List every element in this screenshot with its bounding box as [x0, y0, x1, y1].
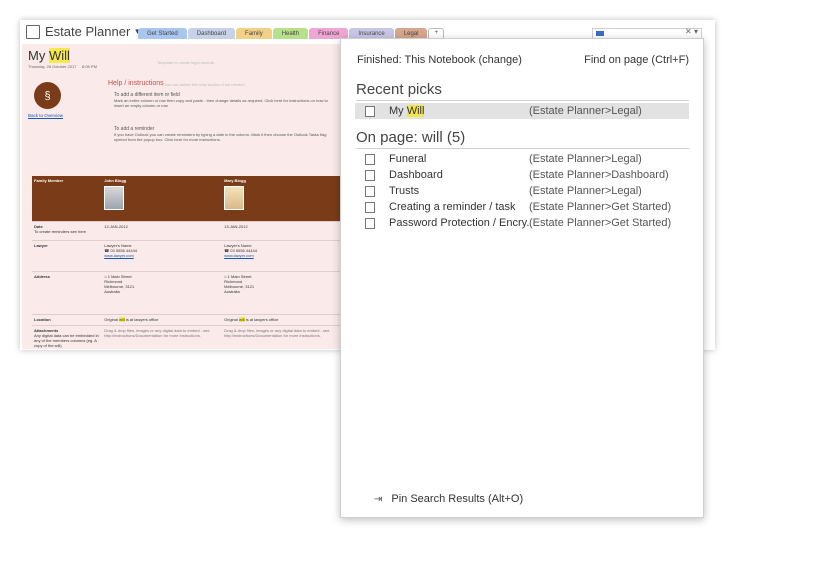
result-name: My Will	[389, 105, 425, 117]
grid-label: Location	[34, 317, 51, 322]
table-row: Location Original will is at lawyers off…	[32, 315, 342, 326]
grid-label: Attachments Any digital data can be embed…	[34, 328, 99, 348]
recent-pick-item[interactable]: My Will (Estate Planner>Legal)	[355, 103, 689, 119]
divider	[356, 100, 689, 101]
recent-picks-heading: Recent picks	[356, 81, 442, 98]
page-icon	[365, 153, 375, 165]
search-result-item[interactable]: Password Protection / Encry... (Estate Pl…	[355, 215, 689, 231]
page-time: 8:05 PM	[82, 64, 97, 69]
pin-search-results-button[interactable]: ⇥ Pin Search Results (Alt+O)	[374, 493, 523, 505]
grid-cell: Drag & drop files, images or any digital…	[104, 328, 210, 338]
search-result-item[interactable]: Creating a reminder / task (Estate Planne…	[355, 199, 689, 215]
logo-icon: §	[34, 82, 61, 109]
help-subtitle: - You can delete this help section if no…	[162, 82, 245, 87]
grid-cell: Lawyer's Name ☎ 03 5556 44444 www.lawyer.c…	[224, 243, 257, 258]
grid-label: Address	[34, 274, 51, 279]
grid-cell: Original will is at lawyers office	[224, 317, 279, 322]
result-path: (Estate Planner>Dashboard)	[529, 169, 669, 181]
notebook-icon	[26, 24, 40, 39]
table-row: Date To create reminders see here 12-JAN-…	[32, 222, 342, 241]
search-scope-link[interactable]: Finished: This Notebook (change)	[357, 54, 522, 66]
page-title: My Will	[28, 48, 70, 63]
grid-header-label: Family Member	[34, 178, 64, 183]
grid-cell: Lawyer's Name ☎ 03 5556 44444 www.lawyer.c…	[104, 243, 138, 258]
search-result-item[interactable]: Trusts (Estate Planner>Legal)	[355, 183, 689, 199]
page-icon	[365, 201, 375, 213]
member-cell: John Blogg	[102, 176, 222, 221]
web-link[interactable]: www.lawyer.com	[224, 253, 254, 258]
result-path: (Estate Planner>Legal)	[529, 185, 642, 197]
search-result-item[interactable]: Dashboard (Estate Planner>Dashboard)	[355, 167, 689, 183]
result-path: (Estate Planner>Legal)	[529, 153, 642, 165]
result-name: Dashboard	[389, 169, 443, 181]
grid-cell: 13-JAN-2012	[224, 224, 248, 229]
tab-get-started[interactable]: Get Started	[138, 28, 187, 39]
page-date: Thursday, 26 October 2017	[28, 64, 77, 69]
tab-health[interactable]: Health	[272, 28, 309, 39]
pin-label: Pin Search Results (Alt+O)	[391, 493, 524, 505]
page-icon	[365, 185, 375, 197]
grid-cell: Original will is at lawyers office	[104, 317, 159, 322]
avatar	[104, 186, 125, 210]
search-close-icon[interactable]: ✕ ▾	[685, 27, 698, 36]
find-on-page-link[interactable]: Find on page (Ctrl+F)	[584, 54, 689, 66]
grid-cell: ⌂ 1 Main Street Richmond Melbourne, 3121 Au…	[104, 274, 135, 294]
family-grid: Family Member John Blogg Mary Blogg Date…	[32, 176, 342, 349]
grid-cell: ⌂ 1 Main Street Richmond Melbourne, 3121 Au…	[224, 274, 255, 294]
avatar	[224, 186, 245, 210]
back-to-overview-link[interactable]: Back to Overview	[28, 113, 63, 118]
page-icon	[365, 217, 375, 229]
result-path: (Estate Planner>Legal)	[529, 105, 642, 117]
result-name: Funeral	[389, 153, 427, 165]
help-title: Help / instructions	[108, 80, 164, 87]
result-name: Trusts	[389, 185, 420, 197]
result-name: Password Protection / Encry...	[389, 217, 529, 229]
divider	[356, 148, 689, 149]
notebook-title: Estate Planner	[45, 24, 131, 39]
search-results-popup: Finished: This Notebook (change) Find on…	[340, 38, 704, 518]
template-note: Template to create legal records	[157, 60, 214, 65]
result-name: Creating a reminder / task	[389, 201, 516, 213]
on-page-heading: On page: will (5)	[356, 129, 466, 146]
pin-icon: ⇥	[374, 493, 383, 505]
tab-dashboard[interactable]: Dashboard	[187, 28, 236, 39]
grid-cell: Drag & drop files, images or any digital…	[224, 328, 330, 338]
table-row: Family Member John Blogg Mary Blogg	[32, 176, 342, 222]
notebook-selector[interactable]: Estate Planner ▾	[26, 24, 140, 39]
page-icon	[365, 105, 375, 117]
grid-label: Lawyer	[34, 243, 48, 248]
page-canvas: My Will Thursday, 26 October 2017 8:05 P…	[22, 44, 342, 349]
grid-label: Date To create reminders see here	[34, 224, 87, 234]
search-text-selection	[596, 31, 604, 36]
page-icon	[365, 169, 375, 181]
table-row: Attachments Any digital data can be embed…	[32, 326, 342, 349]
tab-family[interactable]: Family	[236, 28, 272, 39]
table-row: Address ⌂ 1 Main Street Richmond Melbourne…	[32, 272, 342, 315]
result-path: (Estate Planner>Get Started)	[529, 217, 672, 229]
help-item: To add a reminder If you have Outlook you…	[114, 126, 327, 143]
member-cell: Mary Blogg	[222, 176, 342, 221]
web-link[interactable]: www.lawyer.com	[104, 253, 134, 258]
grid-cell: 12-JAN-2012	[104, 224, 128, 229]
search-result-item[interactable]: Funeral (Estate Planner>Legal)	[355, 151, 689, 167]
result-path: (Estate Planner>Get Started)	[529, 201, 672, 213]
help-item: To add a different item or field Mark an …	[114, 92, 328, 109]
table-row: Lawyer Lawyer's Name ☎ 03 5556 44444 www.l…	[32, 241, 342, 272]
